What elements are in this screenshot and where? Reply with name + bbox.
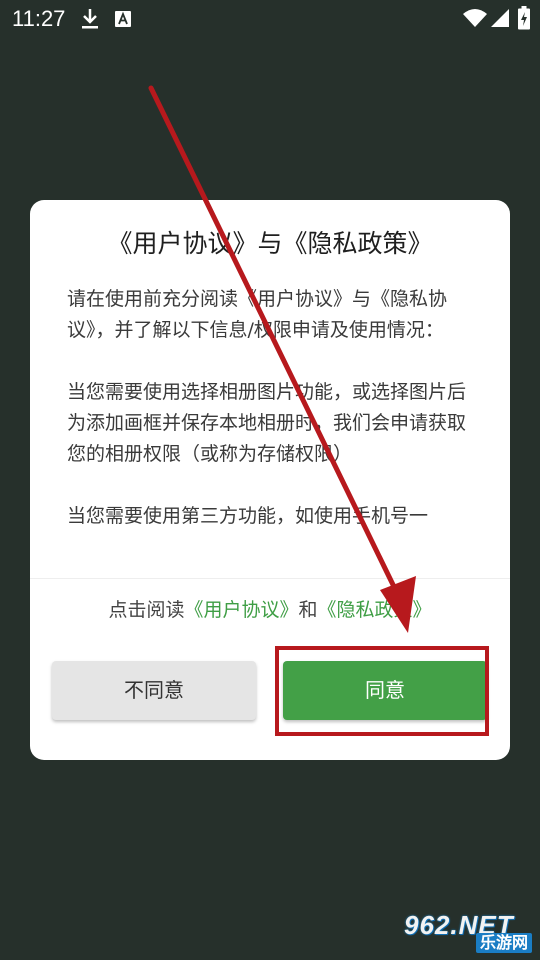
watermark-sub: 乐游网 [475, 933, 532, 953]
status-bar: 11:27 [0, 0, 540, 38]
wifi-icon [463, 9, 487, 27]
disagree-button[interactable]: 不同意 [52, 661, 256, 720]
dialog-title: 《用户协议》与《隐私政策》 [107, 229, 433, 258]
status-time: 11:27 [12, 6, 66, 31]
agreement-prefix: 点击阅读 [108, 599, 185, 621]
download-icon [82, 9, 98, 29]
signal-icon [491, 9, 509, 27]
keyboard-a-icon [115, 11, 131, 27]
body-paragraph: 当您需要使用第三方功能，如使用手机号一 [67, 505, 429, 527]
watermark-logo: 962.NET 乐游网 [398, 908, 536, 956]
dialog-body[interactable]: 请在使用前充分阅读《用户协议》与《隐私协议》，并了解以下信息/权限申请及使用情况… [67, 284, 477, 562]
agreement-conjunction: 和 [298, 599, 318, 621]
divider [30, 578, 510, 579]
body-paragraph: 请在使用前充分阅读《用户协议》与《隐私协议》，并了解以下信息/权限申请及使用情况… [67, 288, 448, 341]
battery-charging-icon [518, 6, 530, 30]
agreement-line: 点击阅读《用户协议》和《隐私政策》 [30, 596, 510, 624]
agree-highlight-box [275, 646, 489, 736]
body-paragraph: 当您需要使用选择相册图片功能，或选择图片后为添加画框并保存本地相册时，我们会申请… [67, 381, 467, 465]
user-agreement-link[interactable]: 《用户协议》 [184, 599, 298, 621]
privacy-policy-link[interactable]: 《隐私政策》 [318, 599, 432, 621]
